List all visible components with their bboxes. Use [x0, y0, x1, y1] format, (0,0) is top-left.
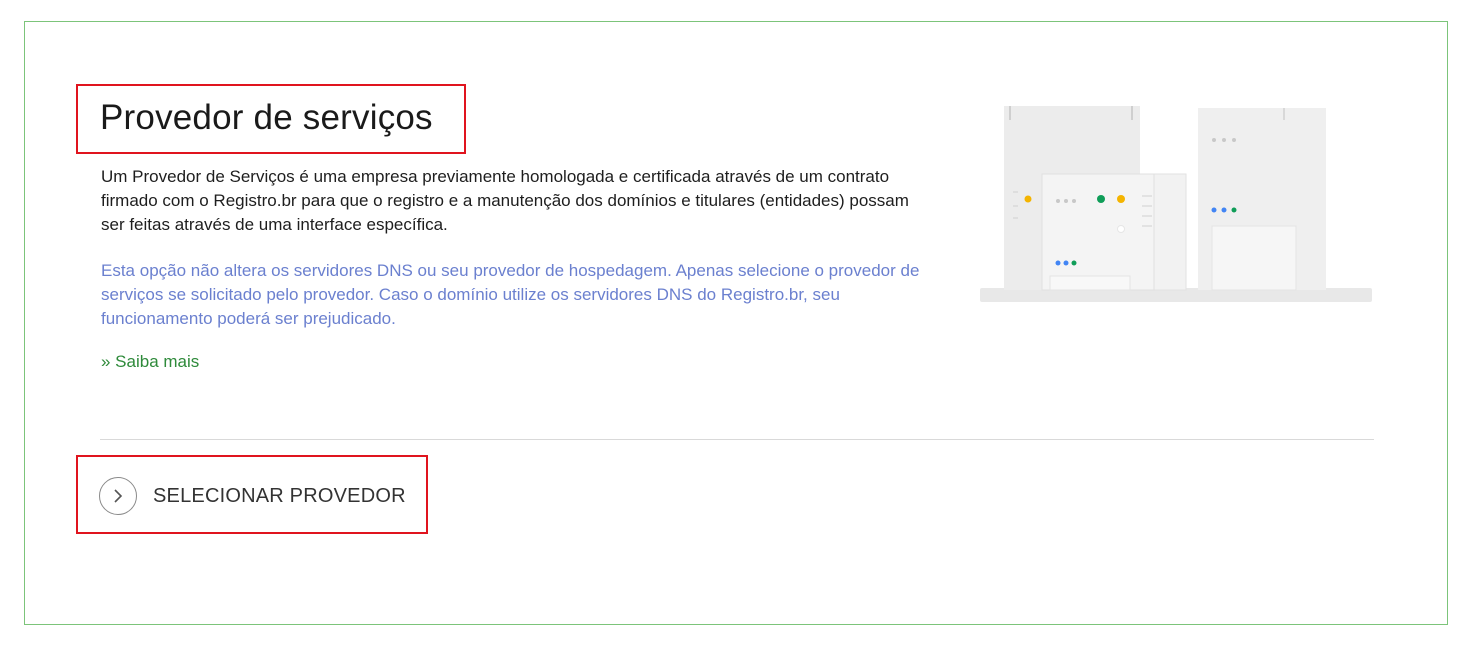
chevron-right-icon [99, 477, 137, 515]
select-provider-button[interactable]: SELECIONAR PROVEDOR [99, 477, 406, 515]
description-text: Um Provedor de Serviços é uma empresa pr… [101, 167, 909, 234]
notice-text: Esta opção não altera os servidores DNS … [101, 261, 920, 328]
select-provider-label: SELECIONAR PROVEDOR [153, 484, 406, 507]
divider [100, 439, 1374, 440]
page-title: Provedor de serviços [100, 98, 433, 137]
learn-more-link[interactable]: » Saiba mais [101, 352, 199, 372]
servers-illustration [980, 106, 1372, 302]
